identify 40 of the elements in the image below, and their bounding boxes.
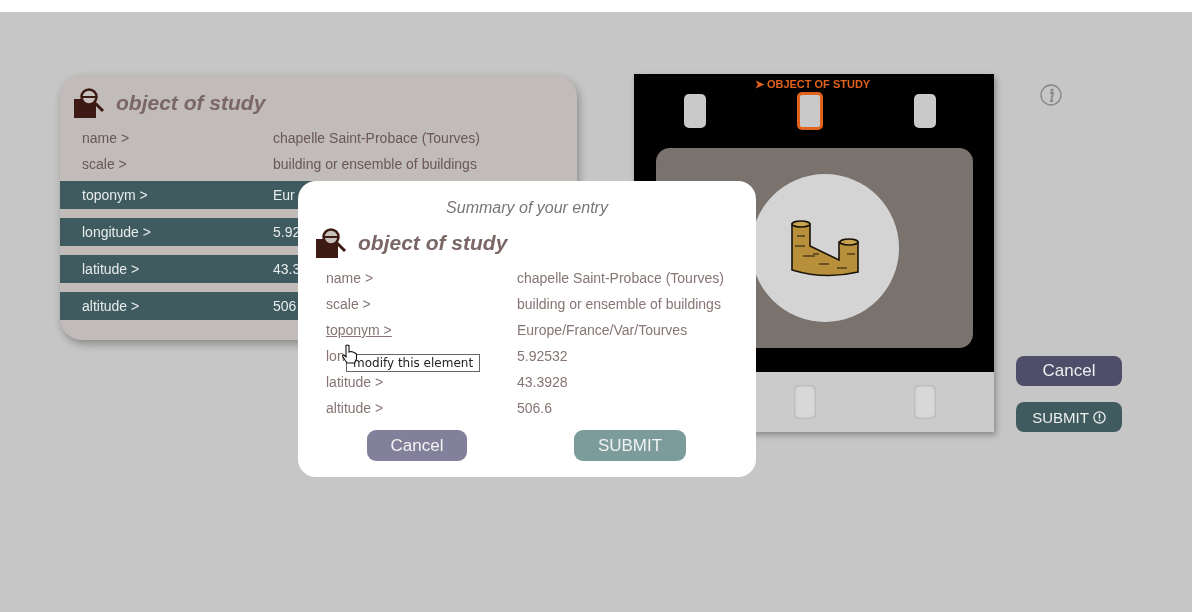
ruin-wall-icon [789,218,861,278]
field-value: Eur [273,187,295,203]
field-link[interactable]: scale > [326,296,371,312]
field-link[interactable]: name > [326,270,374,286]
field-label: altitude > [81,298,141,314]
section-title: object of study [358,231,508,255]
field-value: 506.6 [517,400,553,416]
field-label: toponym > [81,187,149,203]
film-heading: ➤ OBJECT OF STUDY [754,78,871,90]
film-hole [794,385,816,419]
field-value: 5.92532 [517,348,568,364]
field-value: building or ensemble of buildings [273,156,477,172]
dialog-title: Summary of your entry [445,199,610,217]
field-label: latitude > [81,261,141,277]
cancel-button[interactable]: Cancel [367,430,467,461]
field-label: name > [81,130,131,146]
film-hole [914,385,936,419]
submit-button[interactable]: SUBMIT [574,430,686,461]
field-value: chapelle Saint-Probace (Tourves) [517,270,724,286]
document-magnifier-icon [72,87,106,119]
film-slot[interactable] [914,94,936,128]
section-title: object of study [116,91,266,115]
field-link[interactable]: toponym > [326,322,392,338]
alert-icon [1092,410,1106,424]
field-link[interactable]: latitude > [326,374,384,390]
field-label: scale > [81,156,128,172]
film-slot[interactable] [797,92,823,130]
tooltip: modify this element [346,354,481,372]
submit-button[interactable]: SUBMIT [1016,402,1122,432]
field-value: Europe/France/Var/Tourves [517,322,688,338]
field-value: 43.3928 [517,374,568,390]
cancel-button[interactable]: Cancel [1016,356,1122,386]
document-magnifier-icon [314,227,348,259]
film-slot[interactable] [684,94,706,128]
field-value: 506 [273,298,297,314]
field-label: longitude > [81,224,152,240]
field-value: building or ensemble of buildings [517,296,721,312]
field-value: chapelle Saint-Probace (Tourves) [273,130,480,146]
info-icon [1040,84,1062,106]
field-link[interactable]: altitude > [326,400,384,416]
